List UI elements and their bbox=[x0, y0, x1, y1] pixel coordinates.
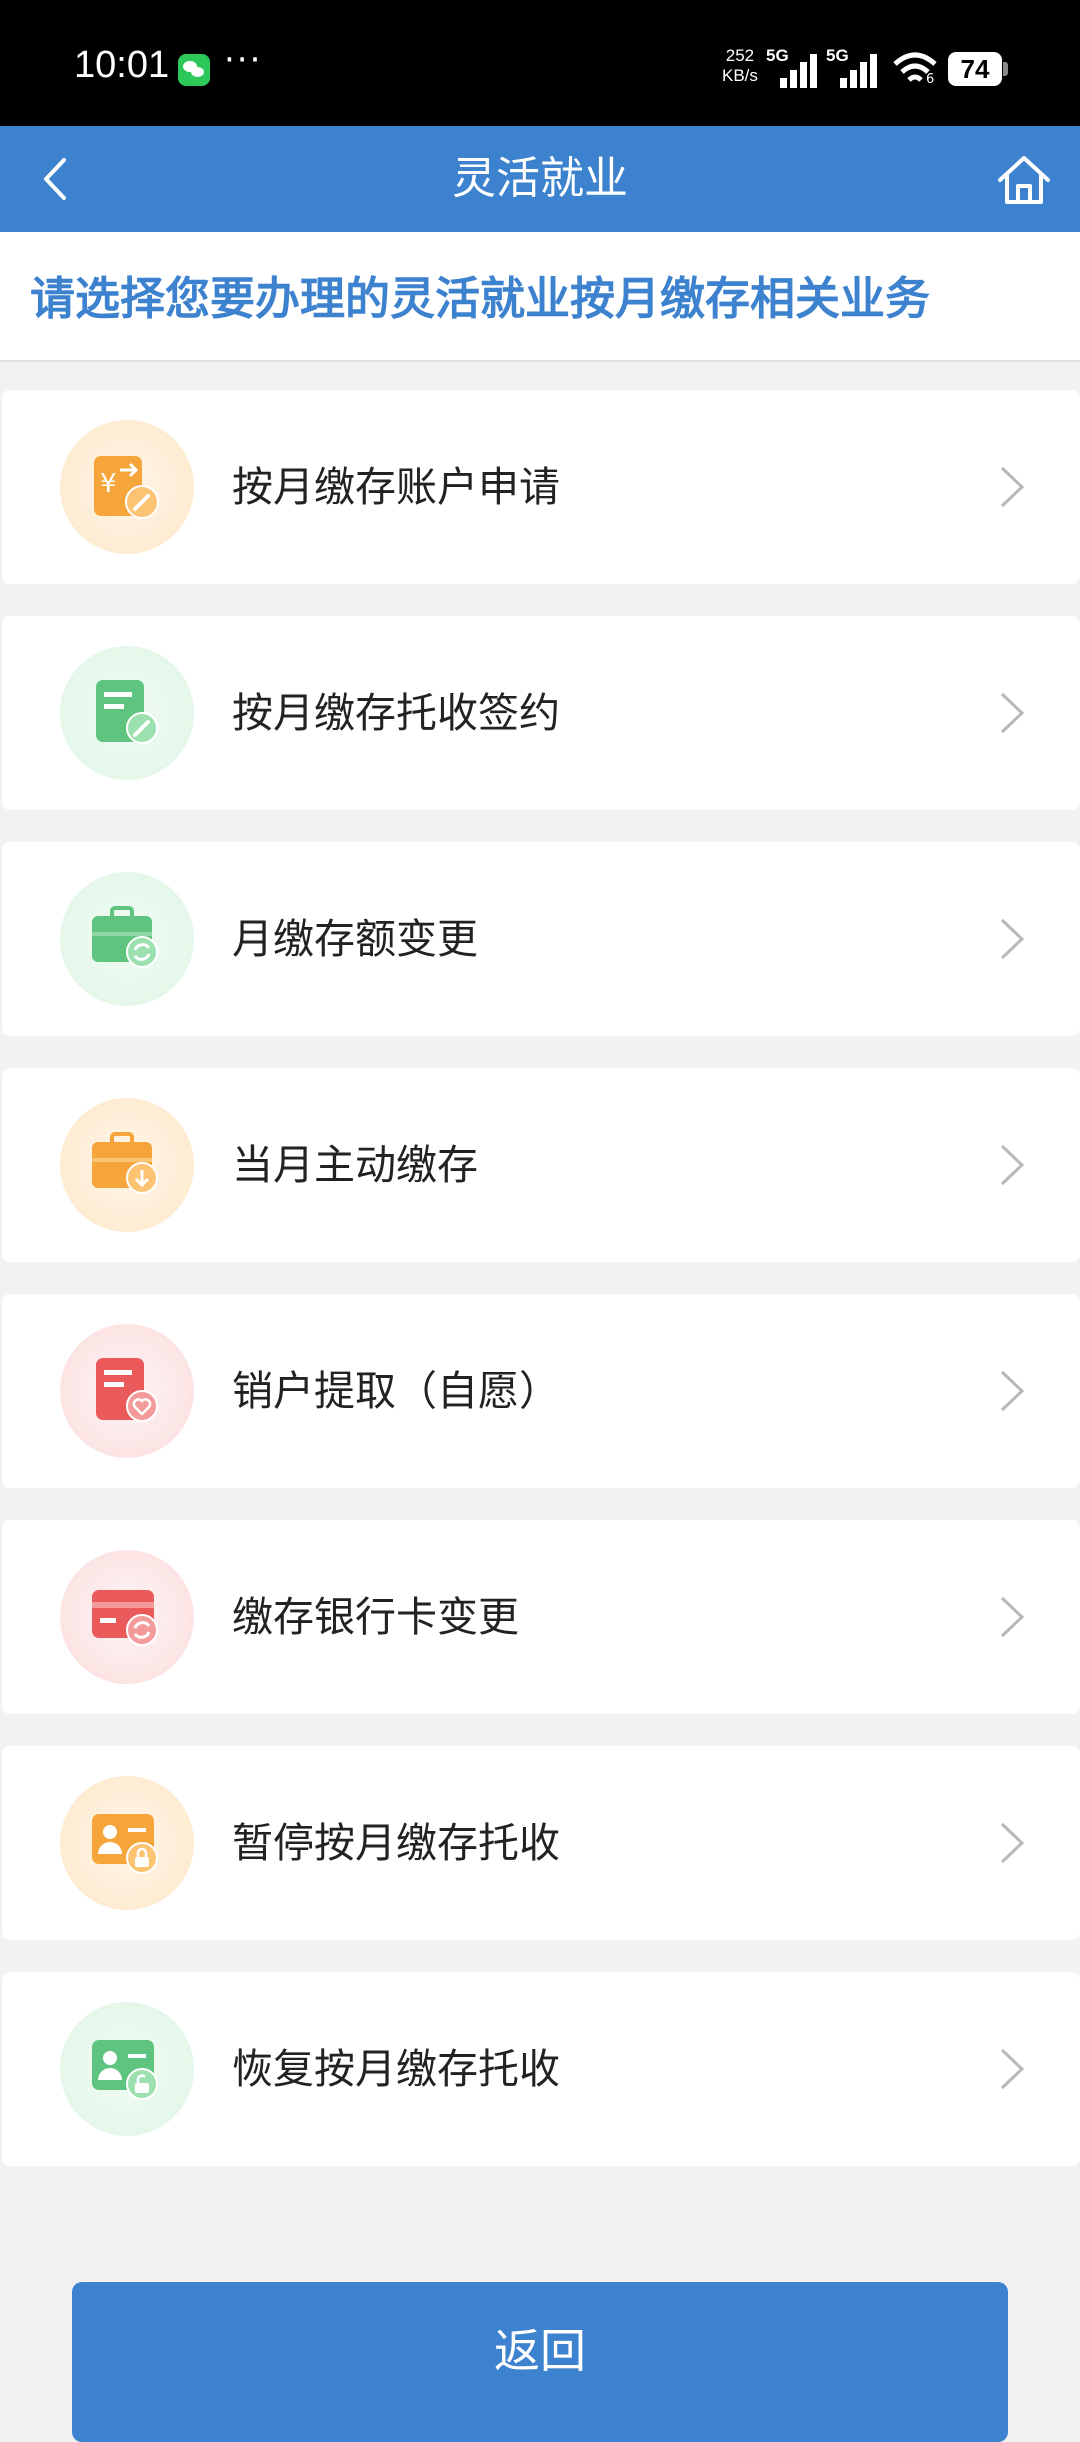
service-item-close-account[interactable]: 销户提取（自愿） bbox=[2, 1294, 1080, 1488]
account-apply-icon: ¥ bbox=[60, 420, 194, 554]
service-label: 当月主动缴存 bbox=[232, 1141, 478, 1189]
navigation-header: 灵活就业 bbox=[0, 126, 1080, 232]
more-notifications-icon: ··· bbox=[224, 40, 263, 80]
battery-cap bbox=[1003, 62, 1008, 76]
chevron-right-icon bbox=[1000, 1144, 1025, 1186]
service-item-amount-change[interactable]: 月缴存额变更 bbox=[2, 842, 1080, 1036]
chevron-right-icon bbox=[1000, 918, 1025, 960]
status-bar: 10:01 ··· 252 KB/s 5G 5G 6 74 bbox=[0, 0, 1080, 126]
signal-icon-2: 5G bbox=[826, 46, 886, 88]
network-speed-unit: KB/s bbox=[722, 66, 758, 85]
service-label: 暂停按月缴存托收 bbox=[232, 1819, 560, 1867]
signal-icon-1: 5G bbox=[766, 46, 826, 88]
status-time: 10:01 bbox=[74, 44, 170, 86]
close-account-icon bbox=[60, 1324, 194, 1458]
service-label: 恢复按月缴存托收 bbox=[232, 2045, 560, 2093]
service-item-resume[interactable]: 恢复按月缴存托收 bbox=[2, 1972, 1080, 2166]
network-speed: 252 KB/s bbox=[722, 46, 758, 86]
instruction-banner: 请选择您要办理的灵活就业按月缴存相关业务 bbox=[0, 232, 1080, 362]
instruction-text: 请选择您要办理的灵活就业按月缴存相关业务 bbox=[30, 272, 931, 325]
return-button[interactable]: 返回 bbox=[72, 2282, 1008, 2442]
service-item-suspend[interactable]: 暂停按月缴存托收 bbox=[2, 1746, 1080, 1940]
page-title: 灵活就业 bbox=[452, 153, 628, 204]
service-item-contract-sign[interactable]: 按月缴存托收签约 bbox=[2, 616, 1080, 810]
service-label: 缴存银行卡变更 bbox=[232, 1593, 519, 1641]
service-label: 月缴存额变更 bbox=[232, 915, 478, 963]
contract-sign-icon bbox=[60, 646, 194, 780]
home-icon[interactable] bbox=[994, 150, 1054, 210]
chevron-right-icon bbox=[1000, 692, 1025, 734]
wifi-label: 6 bbox=[926, 72, 935, 87]
service-item-bank-card-change[interactable]: 缴存银行卡变更 bbox=[2, 1520, 1080, 1714]
chevron-right-icon bbox=[1000, 1370, 1025, 1412]
network-speed-value: 252 bbox=[725, 46, 755, 65]
service-item-active-deposit[interactable]: 当月主动缴存 bbox=[2, 1068, 1080, 1262]
chevron-right-icon bbox=[1000, 1596, 1025, 1638]
service-item-account-apply[interactable]: ¥ 按月缴存账户申请 bbox=[2, 390, 1080, 584]
svg-text:¥: ¥ bbox=[100, 469, 117, 499]
resume-icon bbox=[60, 2002, 194, 2136]
wechat-icon bbox=[178, 54, 210, 86]
signal-label-1: 5G bbox=[766, 46, 789, 65]
bank-card-change-icon bbox=[60, 1550, 194, 1684]
service-label: 销户提取（自愿） bbox=[232, 1367, 560, 1415]
active-deposit-icon bbox=[60, 1098, 194, 1232]
battery-indicator: 74 bbox=[948, 52, 1002, 86]
signal-label-2: 5G bbox=[826, 46, 849, 65]
chevron-right-icon bbox=[1000, 2048, 1025, 2090]
back-arrow-icon[interactable] bbox=[34, 154, 84, 204]
amount-change-icon bbox=[60, 872, 194, 1006]
service-label: 按月缴存账户申请 bbox=[232, 463, 560, 511]
chevron-right-icon bbox=[1000, 466, 1025, 508]
suspend-icon bbox=[60, 1776, 194, 1910]
service-label: 按月缴存托收签约 bbox=[232, 689, 560, 737]
chevron-right-icon bbox=[1000, 1822, 1025, 1864]
